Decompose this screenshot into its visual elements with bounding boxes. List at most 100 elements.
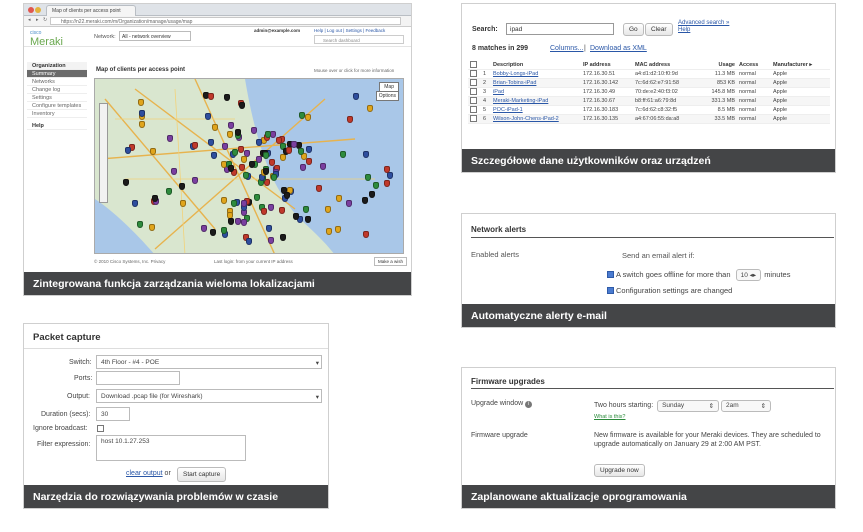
ignore-broadcast-checkbox[interactable] [97, 425, 104, 432]
minutes-select[interactable]: 10 ◂▸ [735, 269, 762, 281]
access-point-pin[interactable] [284, 192, 290, 199]
access-point-pin[interactable] [384, 180, 390, 187]
access-point-pin[interactable] [251, 127, 257, 134]
sidebar-item-inventory[interactable]: Inventory [27, 110, 87, 118]
access-point-pin[interactable] [271, 174, 277, 181]
access-point-pin[interactable] [152, 195, 158, 202]
access-point-pin[interactable] [235, 129, 241, 136]
time-select[interactable]: 2am ⇕ [721, 400, 772, 412]
access-point-pin[interactable] [346, 200, 352, 207]
network-select[interactable]: All - network overview [119, 31, 191, 41]
access-point-pin[interactable] [306, 146, 312, 153]
table-row[interactable]: 5 POC-iPad-1 172.16.30.183 7c:6d:62:c8:32:f… [468, 105, 830, 115]
access-point-pin[interactable] [243, 172, 249, 179]
search-dashboard-input[interactable]: Search dashboard [314, 35, 404, 44]
row-checkbox[interactable] [470, 70, 477, 77]
sidebar-item-organization[interactable]: Organization [27, 62, 87, 70]
access-point-pin[interactable] [123, 179, 129, 186]
access-point-pin[interactable] [231, 200, 237, 207]
access-point-pin[interactable] [325, 206, 331, 213]
duration-input[interactable]: 30 [96, 407, 130, 421]
access-point-pin[interactable] [139, 121, 145, 128]
access-point-pin[interactable] [205, 113, 211, 120]
config-changed-checkbox[interactable] [607, 287, 614, 294]
start-capture-button[interactable]: Start capture [177, 467, 227, 482]
forward-icon[interactable]: ▸ [36, 17, 39, 23]
access-point-pin[interactable] [384, 166, 390, 173]
download-xml-link[interactable]: Download as XML [590, 45, 647, 52]
row-checkbox[interactable] [470, 97, 477, 104]
access-point-pin[interactable] [276, 137, 282, 144]
access-point-pin[interactable] [222, 143, 228, 150]
clear-output-link[interactable]: clear output [126, 470, 163, 477]
access-point-pin[interactable] [286, 147, 292, 154]
client-name-link[interactable]: iPad [493, 89, 504, 95]
access-point-pin[interactable] [320, 163, 326, 170]
access-point-pin[interactable] [387, 172, 393, 179]
access-point-pin[interactable] [335, 226, 341, 233]
access-point-pin[interactable] [241, 219, 247, 226]
go-button[interactable]: Go [623, 23, 644, 36]
ports-input[interactable] [96, 371, 180, 385]
sidebar-item-settings[interactable]: Settings [27, 94, 87, 102]
access-point-pin[interactable] [291, 141, 297, 148]
col-manufacturer[interactable]: Manufacturer ▸ [771, 61, 830, 70]
search-input[interactable]: ipad [506, 23, 614, 35]
access-point-pin[interactable] [263, 168, 269, 175]
info-icon[interactable]: i [525, 401, 533, 408]
sidebar-item-networks[interactable]: Networks [27, 78, 87, 86]
col-description[interactable]: Description [491, 61, 581, 70]
access-point-pin[interactable] [228, 165, 234, 172]
advanced-search-link[interactable]: Advanced search » [678, 20, 729, 27]
access-point-pin[interactable] [340, 151, 346, 158]
sidebar-item-help[interactable]: Help [27, 122, 87, 130]
access-point-pin[interactable] [293, 213, 299, 220]
access-point-pin[interactable] [306, 158, 312, 165]
access-point-pin[interactable] [192, 177, 198, 184]
access-point-pin[interactable] [208, 93, 214, 100]
access-point-pin[interactable] [363, 151, 369, 158]
select-all-checkbox[interactable] [470, 61, 477, 68]
access-point-pin[interactable] [249, 161, 255, 168]
access-point-pin[interactable] [300, 164, 306, 171]
access-point-pin[interactable] [362, 197, 368, 204]
access-point-pin[interactable] [192, 142, 198, 149]
access-point-pin[interactable] [212, 124, 218, 131]
access-point-pin[interactable] [239, 102, 245, 109]
row-checkbox[interactable] [470, 88, 477, 95]
access-point-pin[interactable] [268, 204, 274, 211]
access-point-pin[interactable] [347, 116, 353, 123]
access-point-pin[interactable] [167, 135, 173, 142]
access-point-pin[interactable] [280, 154, 286, 161]
access-point-pin[interactable] [132, 200, 138, 207]
access-point-pin[interactable] [150, 148, 156, 155]
access-point-pin[interactable] [228, 122, 234, 129]
access-point-pin[interactable] [261, 208, 267, 215]
access-point-pin[interactable] [256, 156, 262, 163]
upgrade-now-button[interactable]: Upgrade now [594, 464, 645, 477]
access-point-pin[interactable] [263, 152, 269, 159]
access-point-pin[interactable] [268, 237, 274, 244]
access-point-pin[interactable] [280, 234, 286, 241]
columns-link[interactable]: Columns... [550, 45, 583, 52]
map-options-button[interactable]: Options [375, 91, 399, 101]
access-point-pin[interactable] [221, 197, 227, 204]
col-ip[interactable]: IP address [581, 61, 633, 70]
url-field[interactable]: https://n22.meraki.com/m/Organization/ma… [50, 17, 401, 25]
col-mac[interactable]: MAC address [633, 61, 703, 70]
access-point-pin[interactable] [369, 191, 375, 198]
table-row[interactable]: 2 Brian-Tobins-iPad 172.16.30.142 7c:6d:62:… [468, 78, 830, 88]
access-point-pin[interactable] [336, 195, 342, 202]
access-point-pin[interactable] [171, 168, 177, 175]
table-row[interactable]: 3 iPad 172.16.30.49 70:de:e2:40:f3:02 145.8 … [468, 87, 830, 97]
what-is-this-link[interactable]: What is this? [594, 414, 625, 420]
access-point-pin[interactable] [373, 182, 379, 189]
access-point-pin[interactable] [166, 188, 172, 195]
close-icon[interactable] [28, 7, 34, 13]
access-point-pin[interactable] [353, 93, 359, 100]
access-point-pin[interactable] [221, 227, 227, 234]
zoom-slider[interactable] [99, 103, 108, 203]
access-point-pin[interactable] [305, 114, 311, 121]
output-select[interactable]: Download .pcap file (for Wireshark) ▾ [96, 389, 322, 403]
access-point-pin[interactable] [227, 131, 233, 138]
